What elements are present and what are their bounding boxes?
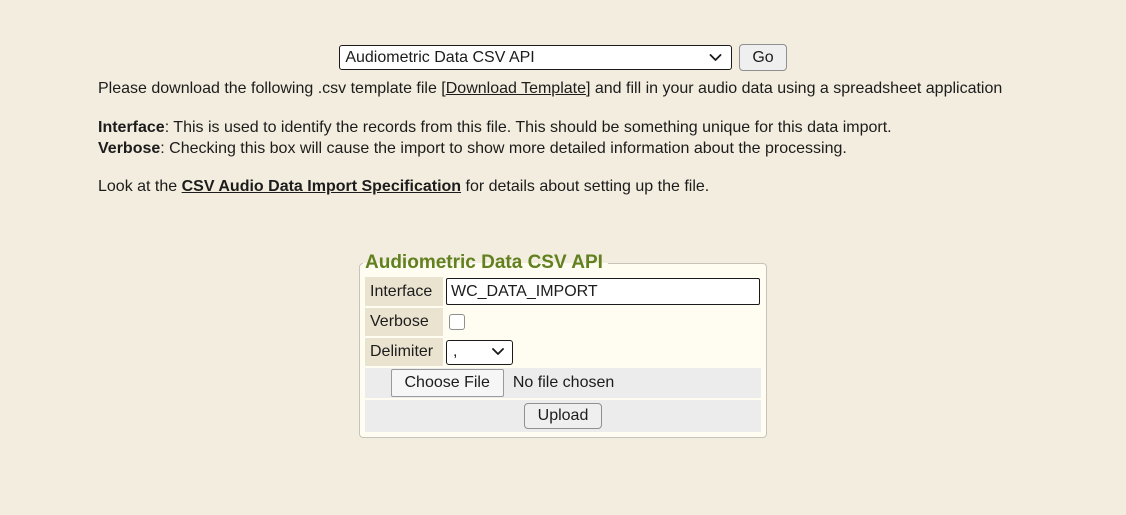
go-button[interactable]: Go bbox=[739, 44, 786, 71]
chevron-down-icon bbox=[709, 54, 722, 62]
spec-link[interactable]: CSV Audio Data Import Specification bbox=[182, 178, 461, 195]
spec-text-after: for details about setting up the file. bbox=[461, 178, 709, 195]
verbose-label: Verbose bbox=[365, 308, 443, 336]
note-verbose: Verbose: Checking this box will cause th… bbox=[98, 140, 847, 157]
api-select-value: Audiometric Data CSV API bbox=[345, 49, 534, 67]
api-select[interactable]: Audiometric Data CSV API bbox=[339, 45, 732, 70]
table-row-verbose: Verbose bbox=[365, 308, 761, 336]
note-interface-text: : This is used to identify the records f… bbox=[165, 119, 892, 136]
verbose-checkbox[interactable] bbox=[449, 314, 465, 330]
table-row-file: Choose File No file chosen bbox=[365, 368, 761, 398]
import-form-table: Interface Verbose Delimiter , bbox=[363, 275, 763, 434]
file-status-text: No file chosen bbox=[513, 374, 614, 392]
download-template-link[interactable]: Download Template bbox=[446, 80, 586, 97]
intro-paragraph: Please download the following .csv templ… bbox=[98, 78, 1028, 99]
interface-label: Interface bbox=[365, 277, 443, 306]
delimiter-label: Delimiter bbox=[365, 338, 443, 366]
import-fieldset: Audiometric Data CSV API Interface Verbo… bbox=[359, 252, 767, 438]
spec-text-before: Look at the bbox=[98, 178, 182, 195]
chevron-down-icon bbox=[492, 348, 504, 356]
note-verbose-term: Verbose bbox=[98, 140, 160, 157]
note-interface: Interface: This is used to identify the … bbox=[98, 119, 892, 136]
file-input[interactable]: Choose File No file chosen bbox=[391, 369, 736, 397]
intro-text-after: ] and fill in your audio data using a sp… bbox=[586, 80, 1002, 97]
note-interface-term: Interface bbox=[98, 119, 165, 136]
choose-file-button[interactable]: Choose File bbox=[391, 369, 504, 397]
fieldset-legend: Audiometric Data CSV API bbox=[363, 252, 608, 274]
note-verbose-text: : Checking this box will cause the impor… bbox=[160, 140, 847, 157]
delimiter-select[interactable]: , bbox=[446, 340, 513, 365]
delimiter-select-value: , bbox=[453, 343, 457, 361]
interface-input[interactable] bbox=[446, 278, 760, 305]
api-chooser-form: Audiometric Data CSV API Go bbox=[98, 44, 1028, 71]
upload-button[interactable]: Upload bbox=[524, 403, 603, 429]
intro-text-before: Please download the following .csv templ… bbox=[98, 80, 446, 97]
table-row-delimiter: Delimiter , bbox=[365, 338, 761, 366]
page-content: Audiometric Data CSV API Go Please downl… bbox=[98, 0, 1028, 438]
table-row-interface: Interface bbox=[365, 277, 761, 306]
field-notes: Interface: This is used to identify the … bbox=[98, 117, 1028, 159]
spec-paragraph: Look at the CSV Audio Data Import Specif… bbox=[98, 176, 1028, 197]
table-row-upload: Upload bbox=[365, 400, 761, 432]
